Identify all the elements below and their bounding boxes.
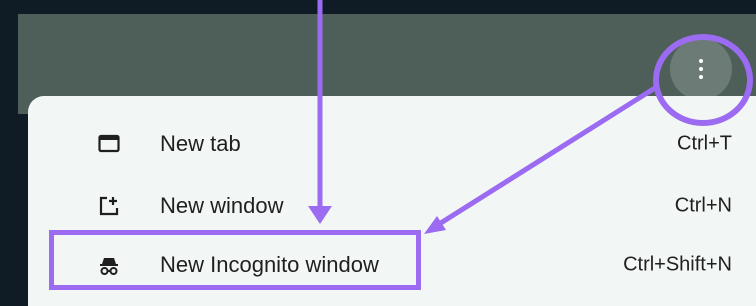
menu-item-label: New window xyxy=(160,193,284,218)
menu-item-label: New tab xyxy=(160,131,241,156)
customize-menu-button[interactable] xyxy=(670,38,732,100)
new-window-icon xyxy=(96,193,122,219)
menu-item-shortcut: Ctrl+N xyxy=(674,194,732,217)
menu-item-shortcut: Ctrl+T xyxy=(677,132,732,155)
menu-item-label: New Incognito window xyxy=(160,252,379,277)
three-dot-vertical-icon xyxy=(699,59,703,79)
menu-item-new-window[interactable]: New window Ctrl+N xyxy=(56,178,756,234)
menu-item-shortcut: Ctrl+Shift+N xyxy=(623,253,732,276)
browser-menu: New tab Ctrl+T New window Ctrl+N New Inc… xyxy=(28,96,756,306)
menu-item-new-incognito-window[interactable]: New Incognito window Ctrl+Shift+N xyxy=(56,237,756,293)
tab-icon xyxy=(96,131,122,157)
menu-item-new-tab[interactable]: New tab Ctrl+T xyxy=(56,116,756,172)
incognito-icon xyxy=(96,252,122,278)
screenshot-stage: New tab Ctrl+T New window Ctrl+N New Inc… xyxy=(0,0,756,306)
